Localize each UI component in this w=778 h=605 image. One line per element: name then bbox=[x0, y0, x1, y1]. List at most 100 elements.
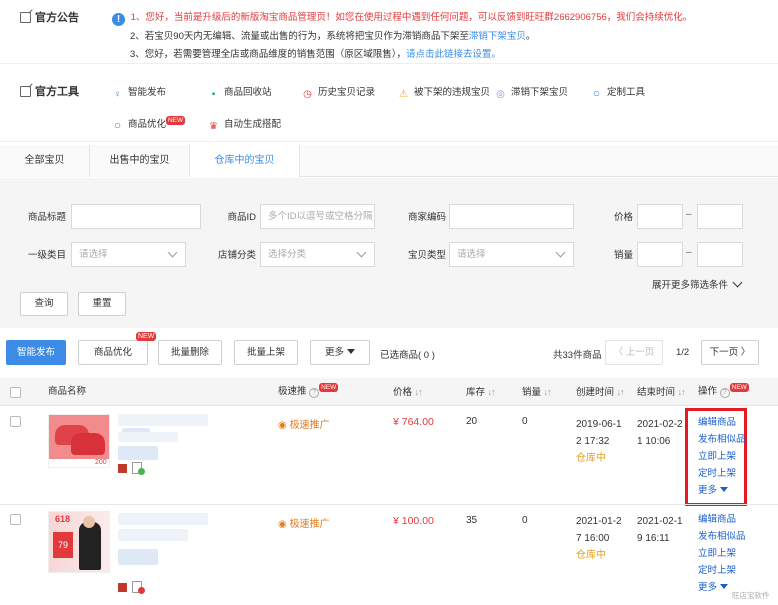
col-price[interactable]: 价格 ↓↑ bbox=[393, 378, 423, 407]
edit-product-link[interactable]: 编辑商品 bbox=[698, 511, 746, 528]
publish-similar-link[interactable]: 发布相似品 bbox=[698, 528, 746, 545]
status-error-icon bbox=[138, 587, 145, 594]
col-promo-label: 极速推 bbox=[278, 386, 307, 397]
tool-label: 定制工具 bbox=[607, 87, 646, 98]
tool-outfit[interactable]: ♛ 自动生成搭配 bbox=[208, 116, 281, 132]
item-type-select[interactable]: 请选择 bbox=[449, 242, 574, 267]
tool-history[interactable]: ◷ 历史宝贝记录 bbox=[302, 84, 375, 100]
publish-similar-link[interactable]: 发布相似品 bbox=[698, 431, 746, 448]
filter-panel: 商品标题 商品ID 多个ID以逗号或空格分隔 商家编码 价格 – 一级类目 请选… bbox=[0, 178, 778, 328]
table-row: 618 79 ◉ 极速推广 ¥ 100.00 35 0 2021-01-2 7 … bbox=[0, 505, 778, 605]
category-select[interactable]: 请选择 bbox=[71, 242, 186, 267]
help-icon[interactable]: ? bbox=[309, 388, 320, 398]
sales-value: 0 bbox=[522, 416, 528, 427]
history-icon: ◷ bbox=[303, 89, 312, 100]
thumb-sale-text: 618 bbox=[55, 514, 71, 524]
ended-line-2: 9 16:11 bbox=[637, 533, 670, 544]
scheduled-list-link[interactable]: 定时上架 bbox=[698, 562, 746, 579]
tool-custom[interactable]: ○ 定制工具 bbox=[591, 84, 645, 99]
tools-panel: 官方工具 ♀ 智能发布 ▪ 商品回收站 ◷ 历史宝贝记录 ⚠ 被下架的违规宝贝 ◎ 滞销下… bbox=[0, 64, 778, 142]
tool-label: 历史宝贝记录 bbox=[318, 87, 376, 98]
prev-page-button[interactable]: 〈 上一页 bbox=[605, 340, 663, 365]
title-input[interactable] bbox=[71, 204, 201, 229]
tool-violation[interactable]: ⚠ 被下架的违规宝贝 bbox=[398, 84, 490, 100]
created-time: 2021-01-2 7 16:00 仓库中 bbox=[576, 513, 622, 564]
slipper-shape bbox=[71, 433, 105, 455]
col-created[interactable]: 创建时间 ↓↑ bbox=[576, 378, 625, 407]
tool-label: 智能发布 bbox=[128, 87, 167, 98]
ended-line-1: 2021-02-1 bbox=[637, 516, 683, 527]
tools-title: 官方工具 bbox=[35, 86, 79, 98]
promo-link[interactable]: ◉ 极速推广 bbox=[278, 515, 330, 530]
sales-min-input[interactable] bbox=[637, 242, 683, 267]
notice-line-3-text: 3、您好，若需要管理全店或商品维度的销售范围（原区域限售）， bbox=[130, 49, 407, 60]
price-min-input[interactable] bbox=[637, 204, 683, 229]
new-badge: NEW bbox=[729, 383, 749, 392]
tab-all[interactable]: 全部宝贝 bbox=[0, 145, 90, 177]
batch-list-button[interactable]: 批量上架 bbox=[234, 340, 298, 365]
clock-icon: ◎ bbox=[496, 89, 505, 100]
id-input[interactable]: 多个ID以逗号或空格分隔 bbox=[260, 204, 375, 229]
expand-filters[interactable]: 展开更多筛选条件 bbox=[652, 277, 743, 291]
help-icon[interactable]: ? bbox=[719, 388, 730, 398]
more-button[interactable]: 更多 bbox=[310, 340, 370, 365]
status-tabs: 全部宝贝 出售中的宝贝 仓库中的宝贝 bbox=[0, 145, 778, 178]
row-checkbox[interactable] bbox=[10, 514, 21, 525]
watermark: 旺店宝软件 bbox=[732, 591, 770, 600]
notice-line-1-text: 1、您好，当前是升级后的新版淘宝商品管理页！如您在使用过程中遇到任何问题，可以反… bbox=[130, 12, 693, 23]
col-ended[interactable]: 结束时间 ↓↑ bbox=[637, 378, 686, 407]
col-created-label: 创建时间 bbox=[576, 387, 615, 398]
status-text: 仓库中 bbox=[576, 550, 606, 561]
tab-warehouse[interactable]: 仓库中的宝贝 bbox=[190, 145, 300, 178]
promo-icon: ◉ bbox=[278, 420, 287, 431]
list-now-link[interactable]: 立即上架 bbox=[698, 448, 744, 465]
reset-button[interactable]: 重置 bbox=[78, 292, 126, 316]
sales-range-link[interactable]: 请点击此链接去设置。 bbox=[406, 49, 501, 60]
col-price-label: 价格 bbox=[393, 387, 413, 398]
title-blur bbox=[118, 414, 208, 426]
more-actions-link[interactable]: 更多 bbox=[698, 482, 744, 499]
smart-publish-button[interactable]: 智能发布 bbox=[6, 340, 66, 365]
promo-link[interactable]: ◉ 极速推广 bbox=[278, 416, 330, 431]
query-button[interactable]: 查询 bbox=[20, 292, 68, 316]
notice-title: 官方公告 bbox=[35, 12, 79, 24]
batch-delete-button[interactable]: 批量删除 bbox=[158, 340, 222, 365]
edit-product-link[interactable]: 编辑商品 bbox=[698, 414, 744, 431]
product-thumbnail[interactable]: 618 79 bbox=[48, 511, 110, 573]
tool-recycle-bin[interactable]: ▪ 商品回收站 bbox=[208, 84, 272, 100]
code-input[interactable] bbox=[449, 204, 574, 229]
shop-category-label: 店铺分类 bbox=[217, 250, 256, 261]
total-count: 共33件商品 bbox=[553, 350, 602, 361]
col-ended-label: 结束时间 bbox=[637, 387, 676, 398]
col-stock[interactable]: 库存 ↓↑ bbox=[466, 378, 496, 407]
notice-line-3: 3、您好，若需要管理全店或商品维度的销售范围（原区域限售），请点击此链接去设置。 bbox=[130, 46, 501, 60]
price-max-input[interactable] bbox=[697, 204, 743, 229]
sales-max-input[interactable] bbox=[697, 242, 743, 267]
tool-optimize[interactable]: ○ 商品优化 NEW bbox=[112, 116, 186, 131]
scheduled-list-link[interactable]: 定时上架 bbox=[698, 465, 744, 482]
col-ops: 操作 ?NEW bbox=[698, 378, 749, 406]
search-icon: ○ bbox=[592, 86, 601, 100]
id-label: 商品ID bbox=[227, 212, 256, 223]
tool-smart-publish[interactable]: ♀ 智能发布 bbox=[112, 84, 166, 100]
product-thumbnail[interactable]: 200 bbox=[48, 414, 110, 468]
select-all-checkbox[interactable] bbox=[10, 387, 21, 398]
shop-category-select[interactable]: 选择分类 bbox=[260, 242, 375, 267]
shop-tag-icon bbox=[118, 583, 127, 592]
row-checkbox[interactable] bbox=[10, 416, 21, 427]
id-blur bbox=[118, 446, 158, 460]
col-sales[interactable]: 销量 ↓↑ bbox=[522, 378, 552, 407]
created-line-1: 2019-06-1 bbox=[576, 419, 622, 430]
tool-slow-sale[interactable]: ◎ 滞销下架宝贝 bbox=[495, 84, 568, 100]
notice-line-1: ! 1、您好，当前是升级后的新版淘宝商品管理页！如您在使用过程中遇到任何问题，可… bbox=[112, 9, 692, 26]
sort-icon: ↓↑ bbox=[677, 387, 686, 397]
slow-sale-link[interactable]: 滞销下架宝贝 bbox=[469, 31, 526, 42]
more-actions-label: 更多 bbox=[698, 485, 718, 496]
next-page-button[interactable]: 下一页 〉 bbox=[701, 340, 759, 365]
ended-line-2: 1 10:06 bbox=[637, 436, 671, 447]
tab-on-sale[interactable]: 出售中的宝贝 bbox=[90, 145, 190, 177]
optimize-button[interactable]: 商品优化 bbox=[78, 340, 148, 365]
list-now-link[interactable]: 立即上架 bbox=[698, 545, 746, 562]
title-label: 商品标题 bbox=[27, 212, 66, 223]
code-label: 商家编码 bbox=[407, 212, 446, 223]
